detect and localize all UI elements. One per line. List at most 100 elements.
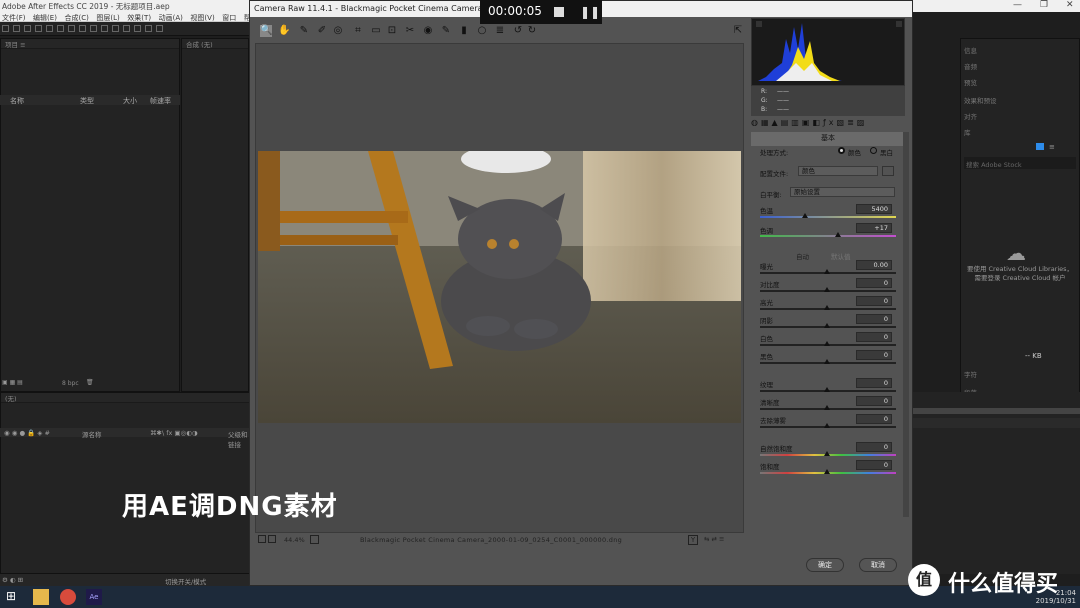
saturation-value[interactable]: 0	[856, 460, 892, 470]
pan-tool-icon[interactable]	[68, 25, 75, 32]
treatment-color-radio[interactable]	[838, 147, 845, 154]
zoom-tool-icon[interactable]: 🔍	[260, 25, 272, 37]
stop-recording-icon[interactable]	[554, 7, 564, 17]
roto-tool-icon[interactable]	[145, 25, 152, 32]
exposure-thumb[interactable]	[824, 269, 830, 274]
puppet-tool-icon[interactable]	[156, 25, 163, 32]
profile-select[interactable]: 颜色	[798, 166, 878, 176]
hand-tool-icon[interactable]: ✋	[278, 25, 290, 37]
crop-tool-icon[interactable]: ⌗	[352, 25, 364, 37]
zoom-in-icon[interactable]	[268, 535, 276, 543]
close-icon[interactable]: ✕	[1066, 0, 1074, 10]
radial-filter-icon[interactable]: ○	[476, 25, 488, 37]
color-sampler-icon[interactable]: ✐	[316, 25, 328, 37]
highlights-value[interactable]: 0	[856, 296, 892, 306]
minimize-icon[interactable]: —	[1013, 0, 1022, 10]
straighten-tool-icon[interactable]: ▭	[370, 25, 382, 37]
menu-composition[interactable]: 合成(C)	[64, 14, 88, 21]
hand-tool-icon[interactable]	[24, 25, 31, 32]
menu-edit[interactable]: 编辑(E)	[33, 14, 57, 21]
panel-libraries[interactable]: 库	[964, 127, 971, 137]
settings-scrollbar[interactable]	[903, 132, 909, 517]
col-type[interactable]: 类型	[80, 96, 94, 106]
temperature-slider[interactable]	[760, 216, 896, 218]
saturation-thumb[interactable]	[824, 469, 830, 474]
effects-tab-icon[interactable]: ◧	[812, 118, 823, 127]
fx-tab-icon[interactable]: ƒx	[823, 118, 837, 127]
text-tool-icon[interactable]	[101, 25, 108, 32]
shape-tool-icon[interactable]	[79, 25, 86, 32]
panel-character[interactable]: 字符	[964, 369, 977, 379]
grid-view-icon[interactable]	[1036, 143, 1044, 150]
graduated-filter-icon[interactable]: ▮	[458, 25, 470, 37]
panel-audio[interactable]: 音频	[964, 61, 977, 71]
whites-thumb[interactable]	[824, 341, 830, 346]
adjustment-brush-icon[interactable]: ✎	[440, 25, 452, 37]
menu-file[interactable]: 文件(F)	[2, 14, 26, 21]
col-parent[interactable]: 父级和链接	[228, 429, 250, 449]
texture-value[interactable]: 0	[856, 378, 892, 388]
menu-animation[interactable]: 动画(A)	[159, 14, 183, 21]
clarity-value[interactable]: 0	[856, 396, 892, 406]
menu-effect[interactable]: 效果(T)	[127, 14, 151, 21]
blacks-value[interactable]: 0	[856, 350, 892, 360]
menu-view[interactable]: 视图(V)	[190, 14, 214, 21]
panel-effects-presets[interactable]: 效果和预设	[964, 95, 997, 105]
calibration-tab-icon[interactable]: ▧	[837, 118, 848, 127]
clock-date[interactable]: 2019/10/31	[1036, 597, 1076, 605]
tint-slider[interactable]	[760, 235, 896, 237]
treatment-bw-radio[interactable]	[870, 147, 877, 154]
camera-tool-icon[interactable]	[57, 25, 64, 32]
work-area-bar[interactable]	[912, 418, 1080, 428]
cancel-button[interactable]: 取消	[859, 558, 897, 572]
fullscreen-icon[interactable]: ⇱	[732, 25, 744, 37]
texture-thumb[interactable]	[824, 387, 830, 392]
col-name[interactable]: 名称	[10, 96, 24, 106]
lens-tab-icon[interactable]: ▣	[802, 118, 813, 127]
ok-button[interactable]: 确定	[806, 558, 844, 572]
presets-tab-icon[interactable]: ≣	[847, 118, 857, 127]
file-explorer-icon[interactable]	[33, 589, 49, 605]
toggle-switches-modes[interactable]: 切换开关/模式	[165, 576, 206, 586]
selection-tool-icon[interactable]	[13, 25, 20, 32]
trash-icon[interactable]: 🗑	[86, 379, 94, 386]
rotate-left-icon[interactable]: ↺	[512, 25, 524, 37]
zoom-out-icon[interactable]	[258, 535, 266, 543]
tone-curve-tab-icon[interactable]: ▦	[761, 118, 772, 127]
interpret-footage-icon[interactable]: ▣ ▦ ▤	[2, 379, 23, 386]
panel-info[interactable]: 信息	[964, 45, 977, 55]
timeline-tab[interactable]: (无)	[1, 393, 249, 403]
zoom-tool-icon[interactable]	[35, 25, 42, 32]
highlights-thumb[interactable]	[824, 305, 830, 310]
chrome-icon[interactable]	[60, 589, 76, 605]
bpc-label[interactable]: 8 bpc	[62, 380, 79, 387]
white-balance-select[interactable]: 原始设置	[790, 187, 895, 197]
clarity-thumb[interactable]	[824, 405, 830, 410]
col-size[interactable]: 大小	[123, 96, 137, 106]
temperature-value[interactable]: 5400	[856, 204, 892, 214]
auto-button[interactable]: 自动	[796, 251, 809, 261]
composition-tab[interactable]: 合成 (无)	[182, 39, 248, 49]
pen-tool-icon[interactable]	[90, 25, 97, 32]
hsl-tab-icon[interactable]: ▤	[781, 118, 792, 127]
targeted-adjust-icon[interactable]: ◎	[332, 25, 344, 37]
preferences-icon[interactable]: ≣	[494, 25, 506, 37]
col-source-name[interactable]: 源名称	[82, 429, 102, 439]
blacks-thumb[interactable]	[824, 359, 830, 364]
tint-value[interactable]: +17	[856, 223, 892, 233]
start-icon[interactable]: ⊞	[6, 589, 22, 605]
profile-browser-icon[interactable]	[882, 166, 894, 176]
vibrance-thumb[interactable]	[824, 451, 830, 456]
contrast-thumb[interactable]	[824, 287, 830, 292]
contrast-value[interactable]: 0	[856, 278, 892, 288]
timeline-footer-icons[interactable]: ⚙ ◐ ⊞	[2, 576, 23, 584]
zoom-level[interactable]: 44.4%	[284, 536, 305, 544]
white-balance-tool-icon[interactable]: ✎	[298, 25, 310, 37]
time-ruler[interactable]	[912, 408, 1080, 414]
compare-icons[interactable]: ⇆ ⇄ ≡	[704, 535, 732, 545]
panel-preview[interactable]: 预览	[964, 77, 977, 87]
pause-recording-icon[interactable]: ❚❚	[580, 6, 600, 18]
dehaze-value[interactable]: 0	[856, 414, 892, 424]
default-button[interactable]: 默认值	[831, 251, 851, 261]
col-fps[interactable]: 帧速率	[150, 96, 171, 106]
